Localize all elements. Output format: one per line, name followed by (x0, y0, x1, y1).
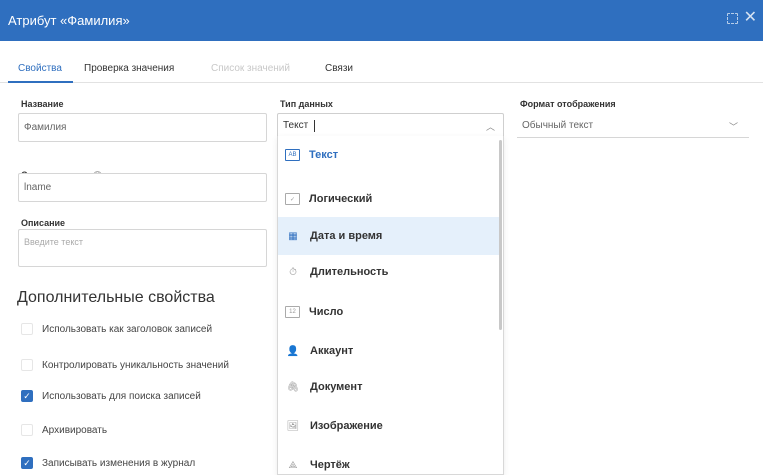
title-bar: Атрибут «Фамилия» ✕ (0, 0, 763, 41)
checkbox-archive[interactable] (21, 424, 33, 436)
tab-value-check[interactable]: Проверка значения (84, 63, 174, 74)
stopwatch-icon: ⏱ (289, 266, 297, 278)
tab-properties[interactable]: Свойства (18, 63, 62, 74)
data-type-select[interactable]: Текст (277, 113, 504, 138)
name-field[interactable]: Фамилия (18, 113, 267, 142)
description-placeholder: Введите текст (24, 237, 83, 247)
name-label: Название (21, 99, 64, 109)
dropdown-item-label: Документ (310, 381, 363, 393)
dropdown-item-label: Текст (309, 149, 339, 161)
dropdown-item-document[interactable]: 🖇 Документ (278, 368, 500, 406)
window-title: Атрибут «Фамилия» (8, 13, 130, 28)
description-field[interactable]: Введите текст (18, 229, 267, 267)
text-type-icon: AB (285, 149, 300, 161)
option-label: Контролировать уникальность значений (42, 359, 229, 371)
option-label: Использовать для поиска записей (42, 390, 201, 402)
paperclip-icon: 🖇 (286, 381, 300, 393)
dropdown-item-duration[interactable]: ⏱ Длительность (278, 253, 500, 291)
option-search-row[interactable]: ✓ Использовать для поиска записей (21, 390, 201, 402)
dropdown-item-text[interactable]: AB Текст (278, 136, 500, 174)
dropdown-item-drawing[interactable]: ⟁ Чертёж (278, 446, 500, 474)
option-header-row[interactable]: Использовать как заголовок записей (21, 323, 212, 335)
display-format-value: Обычный текст (522, 119, 594, 131)
checkbox-use-for-search[interactable]: ✓ (21, 390, 33, 402)
checkbox-unique-values[interactable] (21, 359, 33, 371)
window-controls: ✕ (726, 10, 757, 26)
data-type-dropdown[interactable]: AB Текст ✓ Логический ▦ Дата и время ⏱ Д… (277, 136, 504, 475)
description-label: Описание (21, 218, 66, 228)
checkbox-log-changes[interactable]: ✓ (21, 457, 33, 469)
tab-bar: Свойства Проверка значения Список значен… (0, 41, 763, 83)
user-icon: 👤 (286, 345, 300, 357)
close-icon[interactable]: ✕ (744, 10, 757, 26)
option-label: Записывать изменения в журнал (42, 457, 196, 469)
option-archive-row[interactable]: Архивировать (21, 424, 107, 436)
chevron-up-icon[interactable]: ︿ (486, 120, 495, 133)
system-name-value: lname (24, 182, 52, 193)
chevron-down-icon[interactable]: ﹀ (729, 120, 738, 133)
data-type-label: Тип данных (280, 99, 333, 109)
number-type-icon: 12 (285, 306, 300, 318)
option-unique-row[interactable]: Контролировать уникальность значений (21, 359, 229, 371)
dropdown-scrollbar[interactable] (499, 140, 502, 330)
display-format-label: Формат отображения (520, 99, 616, 109)
dropdown-item-label: Длительность (310, 266, 389, 278)
dropdown-item-image[interactable]: 🖼 Изображение (278, 407, 500, 445)
system-name-field[interactable]: lname (18, 173, 267, 202)
display-format-select[interactable]: Обычный текст (517, 113, 749, 138)
additional-properties-title: Дополнительные свойства (17, 289, 215, 306)
dropdown-item-label: Число (309, 306, 344, 318)
tab-relations[interactable]: Связи (325, 63, 353, 74)
dropdown-item-number[interactable]: 12 Число (278, 293, 500, 331)
data-type-value: Текст (283, 120, 309, 131)
expand-icon[interactable] (726, 12, 738, 24)
dropdown-item-label: Аккаунт (310, 345, 354, 357)
option-label: Архивировать (42, 424, 108, 436)
dropdown-item-label: Изображение (310, 420, 383, 432)
dropdown-item-account[interactable]: 👤 Аккаунт (278, 332, 500, 370)
option-log-row[interactable]: ✓ Записывать изменения в журнал (21, 457, 195, 469)
dropdown-item-label: Чертёж (310, 459, 350, 471)
text-cursor (314, 119, 316, 132)
image-icon: 🖼 (286, 420, 300, 432)
checkbox-use-as-header[interactable] (21, 323, 33, 335)
dropdown-item-boolean[interactable]: ✓ Логический (278, 180, 500, 218)
tab-value-list: Список значений (211, 63, 290, 74)
dropdown-item-label: Логический (309, 193, 373, 205)
dropdown-item-label: Дата и время (310, 230, 383, 242)
checkbox-type-icon: ✓ (285, 193, 300, 205)
option-label: Использовать как заголовок записей (42, 323, 213, 335)
drawing-icon: ⟁ (288, 459, 298, 471)
name-value: Фамилия (24, 122, 67, 133)
calendar-icon: ▦ (288, 230, 298, 242)
active-tab-indicator (8, 81, 73, 83)
dropdown-item-datetime[interactable]: ▦ Дата и время (278, 217, 500, 255)
